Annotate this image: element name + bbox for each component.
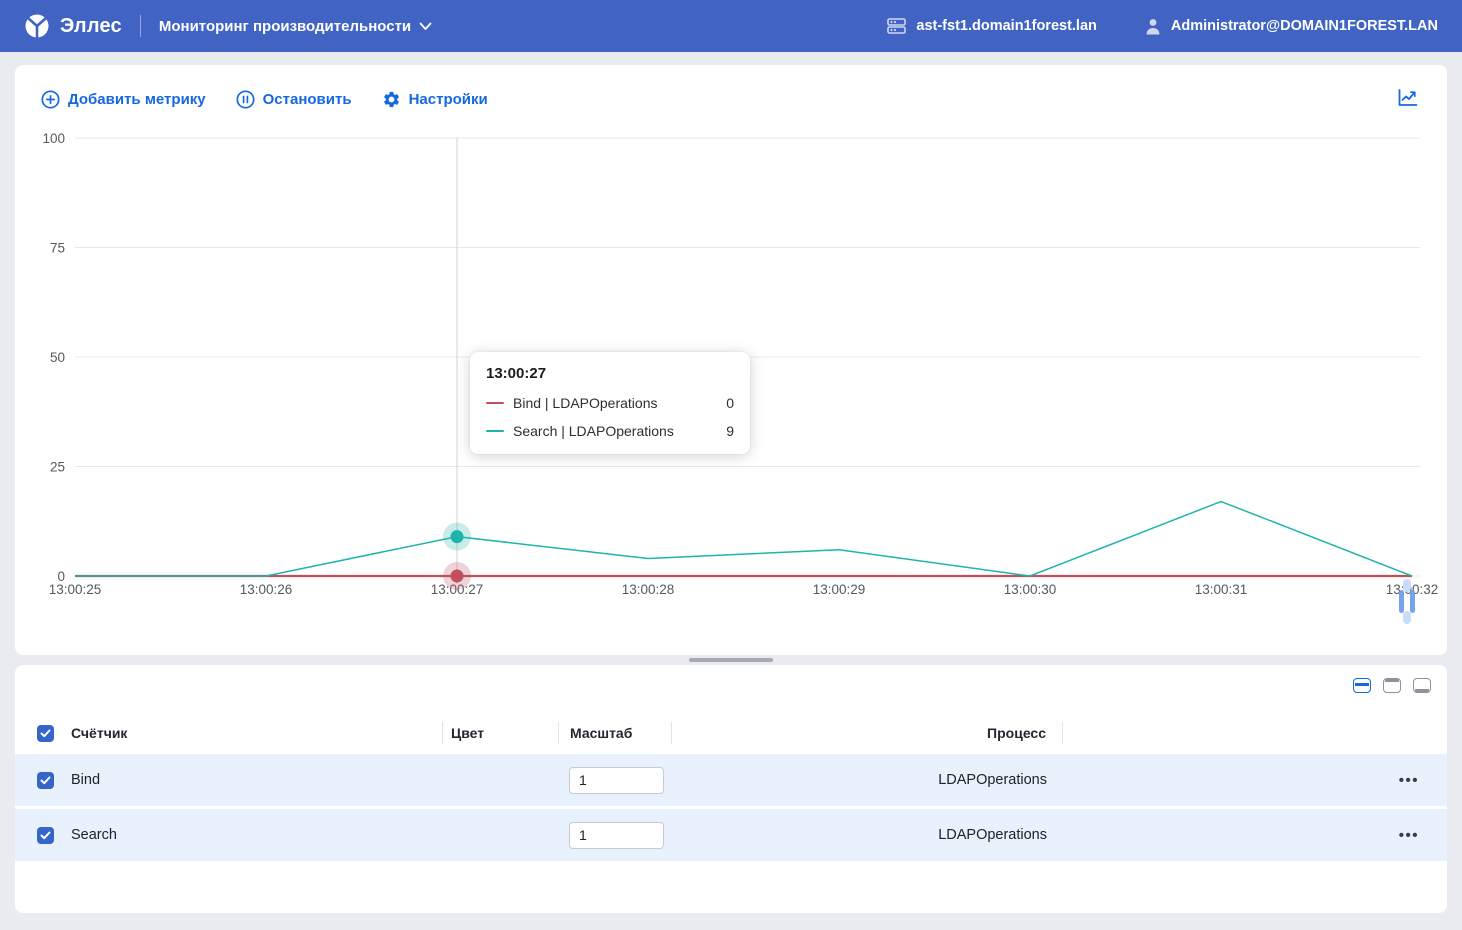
app-name: Эллес xyxy=(60,15,122,38)
table-header-row: Счётчик Цвет Масштаб Процесс xyxy=(15,715,1447,751)
layout-toggles xyxy=(15,665,1447,693)
svg-text:13:00:29: 13:00:29 xyxy=(813,582,866,597)
pause-bars-icon xyxy=(1399,590,1415,613)
tooltip-value-search: 9 xyxy=(726,423,734,439)
process-name: LDAPOperations xyxy=(672,772,1063,788)
chart-view-button[interactable] xyxy=(1395,86,1421,113)
row-menu-button-bind[interactable]: ••• xyxy=(1399,772,1419,789)
header-scale: Масштаб xyxy=(558,722,672,744)
chart-area: 025507510013:00:2513:00:2613:00:2713:00:… xyxy=(15,130,1447,610)
svg-text:13:00:26: 13:00:26 xyxy=(240,582,293,597)
layout-top-button[interactable] xyxy=(1383,678,1401,693)
svg-text:75: 75 xyxy=(50,241,65,256)
select-all-cell xyxy=(15,722,71,744)
app-logo-icon xyxy=(24,13,50,39)
row-checkbox-bind[interactable] xyxy=(37,772,54,789)
header-color: Цвет xyxy=(442,722,558,744)
series-dash-search xyxy=(486,430,504,432)
tooltip-value-bind: 0 xyxy=(726,395,734,411)
host-name: ast-fst1.domain1forest.lan xyxy=(916,18,1097,34)
scale-input-bind[interactable] xyxy=(569,767,664,794)
svg-text:25: 25 xyxy=(50,460,65,475)
timeline-scroll-handle[interactable] xyxy=(1395,579,1419,624)
settings-button[interactable]: Настройки xyxy=(382,90,488,109)
user-name: Administrator@DOMAIN1FOREST.LAN xyxy=(1171,18,1438,34)
chart-toolbar: Добавить метрику Остановить Настройки xyxy=(15,65,1447,111)
svg-text:13:00:30: 13:00:30 xyxy=(1004,582,1057,597)
tooltip-row-search: Search | LDAPOperations 9 xyxy=(486,423,734,439)
line-chart-icon xyxy=(1397,88,1419,108)
header-actions xyxy=(1063,722,1447,744)
plus-circle-icon xyxy=(41,90,60,109)
header-counter: Счётчик xyxy=(71,722,442,744)
svg-text:100: 100 xyxy=(42,131,65,146)
chevron-down-icon xyxy=(419,22,432,31)
svg-text:13:00:25: 13:00:25 xyxy=(49,582,102,597)
user-menu[interactable]: Administrator@DOMAIN1FOREST.LAN xyxy=(1145,18,1438,35)
app-logo[interactable]: Эллес xyxy=(24,13,122,39)
row-checkbox-search[interactable] xyxy=(37,827,54,844)
layout-bottom-button[interactable] xyxy=(1413,678,1431,693)
settings-label: Настройки xyxy=(409,91,488,108)
select-all-checkbox[interactable] xyxy=(37,725,54,742)
stop-button[interactable]: Остановить xyxy=(236,90,352,109)
server-icon xyxy=(887,18,906,34)
tooltip-label-search: Search | LDAPOperations xyxy=(513,423,674,439)
tooltip-row-bind: Bind | LDAPOperations 0 xyxy=(486,395,734,411)
gear-icon xyxy=(382,90,401,109)
add-metric-button[interactable]: Добавить метрику xyxy=(41,90,206,109)
row-menu-button-search[interactable]: ••• xyxy=(1399,827,1419,844)
svg-text:13:00:31: 13:00:31 xyxy=(1195,582,1248,597)
stop-label: Остановить xyxy=(263,91,352,108)
chart-panel: Добавить метрику Остановить Настройки xyxy=(15,65,1447,655)
host-indicator[interactable]: ast-fst1.domain1forest.lan xyxy=(887,18,1097,34)
panel-splitter[interactable] xyxy=(0,655,1462,665)
process-name: LDAPOperations xyxy=(672,827,1063,843)
counter-name: Search xyxy=(71,827,442,843)
series-dash-bind xyxy=(486,402,504,404)
scroll-glow-bottom xyxy=(1403,611,1411,624)
page-title: Мониторинг производительности xyxy=(159,18,411,35)
table-row-search: Search LDAPOperations ••• xyxy=(15,809,1447,861)
pause-circle-icon xyxy=(236,90,255,109)
counters-panel: Счётчик Цвет Масштаб Процесс Bind LDAPOp… xyxy=(15,665,1447,913)
page-title-menu[interactable]: Мониторинг производительности xyxy=(159,18,432,35)
appbar-divider xyxy=(140,15,141,37)
svg-text:50: 50 xyxy=(50,350,65,365)
scale-input-search[interactable] xyxy=(569,822,664,849)
header-process: Процесс xyxy=(672,722,1063,744)
splitter-drag-handle[interactable] xyxy=(689,658,773,662)
counter-name: Bind xyxy=(71,772,442,788)
counters-table: Счётчик Цвет Масштаб Процесс Bind LDAPOp… xyxy=(15,715,1447,861)
svg-text:13:00:28: 13:00:28 xyxy=(622,582,675,597)
add-metric-label: Добавить метрику xyxy=(68,91,206,108)
table-row-bind: Bind LDAPOperations ••• xyxy=(15,754,1447,806)
tooltip-time: 13:00:27 xyxy=(486,365,734,382)
tooltip-label-bind: Bind | LDAPOperations xyxy=(513,395,658,411)
user-icon xyxy=(1145,18,1161,35)
app-header: Эллес Мониторинг производительности ast-… xyxy=(0,0,1462,52)
chart-tooltip: 13:00:27 Bind | LDAPOperations 0 Search … xyxy=(470,352,750,454)
layout-split-button[interactable] xyxy=(1353,678,1371,693)
